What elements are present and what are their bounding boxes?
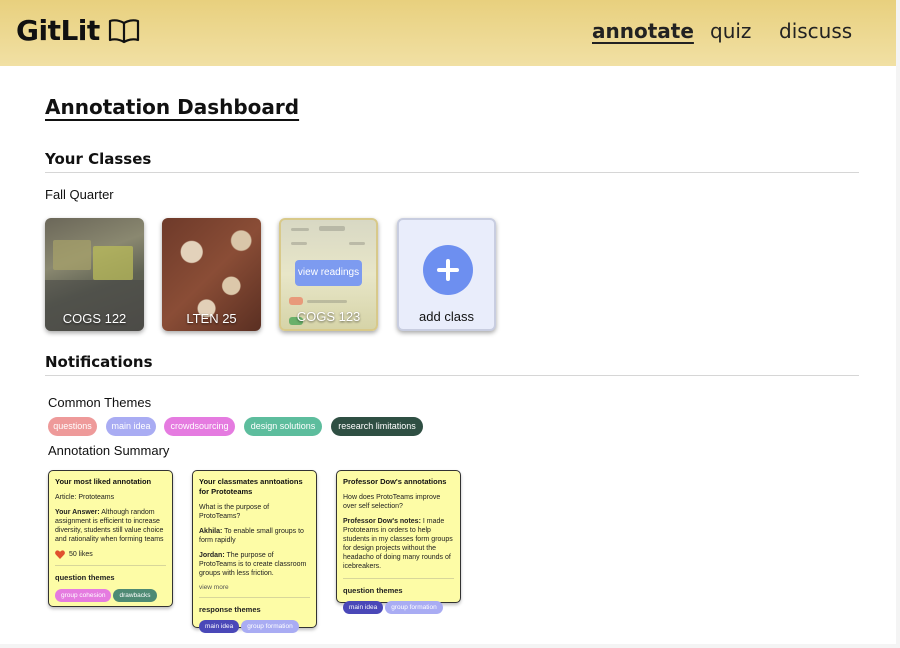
question-text: How does ProtoTeams improve over self se…: [343, 493, 441, 510]
tag-main-idea[interactable]: main idea: [199, 620, 240, 634]
tag-drawbacks[interactable]: drawbacks: [113, 589, 157, 603]
summary-card-professor[interactable]: Professor Dow's annotations How does Pro…: [336, 470, 461, 615]
answer-text: Your Answer: Although random assignment …: [55, 508, 166, 544]
responder-name: Jordan:: [199, 551, 225, 559]
themes-heading: question themes: [343, 585, 403, 595]
themes-heading: question themes: [55, 573, 115, 583]
tag-list: group cohesion drawbacks: [55, 589, 166, 603]
theme-tag-main-idea[interactable]: main idea: [106, 417, 156, 436]
responder-name: Akhila:: [199, 527, 223, 535]
card-title: Professor Dow's annotations: [343, 477, 447, 486]
theme-tag-crowdsourcing[interactable]: crowdsourcing: [164, 417, 235, 436]
card-title: Your classmates anntoations for Prototea…: [199, 477, 303, 496]
card-divider: [199, 596, 310, 598]
notifications-divider: [45, 375, 859, 376]
likes-row: 50 likes: [55, 550, 166, 560]
add-class-card[interactable]: add class: [397, 218, 496, 331]
card-image-detail: [53, 240, 91, 270]
summary-card-most-liked[interactable]: Your most liked annotation Article: Prot…: [48, 470, 173, 607]
app-name: GitLit: [16, 14, 100, 47]
tag-group-formation[interactable]: group formation: [241, 620, 299, 634]
nav-quiz[interactable]: quiz: [710, 19, 751, 43]
theme-tag-research-limitations[interactable]: research limitations: [331, 417, 423, 436]
app-logo[interactable]: GitLit: [16, 14, 140, 47]
book-icon: [108, 18, 139, 43]
class-card-cogs-122[interactable]: COGS 122: [45, 218, 144, 331]
class-card-lten-25[interactable]: LTEN 25: [162, 218, 261, 331]
tag-main-idea[interactable]: main idea: [343, 601, 384, 615]
class-label: LTEN 25: [186, 311, 237, 326]
classes-divider: [45, 172, 859, 173]
response-akhila: Akhila: To enable small groups to form r…: [199, 527, 310, 545]
tag-list: main idea group formation: [199, 620, 310, 634]
quarter-label: Fall Quarter: [45, 187, 114, 202]
heart-icon: [55, 550, 65, 560]
card-image-detail: [349, 242, 365, 245]
tag-group-cohesion[interactable]: group cohesion: [55, 589, 112, 603]
classes-heading: Your Classes: [45, 150, 152, 168]
view-more-link[interactable]: view more: [199, 584, 310, 592]
add-class-label: add class: [419, 309, 474, 324]
answer-label: Your Answer:: [55, 508, 100, 516]
tag-group-formation[interactable]: group formation: [385, 601, 443, 615]
tag-list: main idea group formation: [343, 601, 454, 615]
article-name: Article: Prototeams: [55, 493, 115, 501]
question-text: What is the purpose of ProtoTeams?: [199, 503, 270, 520]
card-image-detail: [289, 297, 303, 305]
annotation-summary-label: Annotation Summary: [48, 443, 170, 458]
card-title: Your most liked annotation: [55, 477, 152, 486]
card-image-detail: [307, 300, 347, 303]
nav-discuss[interactable]: discuss: [779, 19, 852, 43]
card-divider: [343, 577, 454, 579]
professor-notes: Professor Dow's notes: I made Prototeams…: [343, 517, 454, 572]
page-title: Annotation Dashboard: [45, 95, 300, 119]
card-divider: [55, 565, 166, 567]
response-jordan: Jordan: The purpose of ProtoTeams is to …: [199, 551, 310, 578]
card-image-detail: [291, 242, 307, 245]
notifications-heading: Notifications: [45, 353, 153, 371]
common-themes-label: Common Themes: [48, 395, 152, 410]
card-image-detail: [93, 246, 133, 280]
theme-tag-questions[interactable]: questions: [48, 417, 97, 436]
notes-label: Professor Dow's notes:: [343, 517, 421, 525]
page: GitLit annotate quiz discuss Annotation …: [0, 0, 896, 644]
class-card-cogs-123[interactable]: view readings COGS 123: [279, 218, 378, 331]
theme-tag-design-solutions[interactable]: design solutions: [244, 417, 322, 436]
class-label: COGS 122: [62, 311, 127, 326]
notes-body: I made Prototeams in orders to help stud…: [343, 517, 453, 571]
summary-card-classmates[interactable]: Your classmates anntoations for Prototea…: [192, 470, 317, 634]
plus-icon: [423, 245, 473, 295]
themes-heading: response themes: [199, 604, 261, 614]
class-label: COGS 123: [296, 309, 361, 324]
card-image-detail: [319, 226, 345, 231]
card-image-detail: [291, 228, 309, 231]
view-readings-button[interactable]: view readings: [295, 260, 362, 286]
nav-annotate[interactable]: annotate: [592, 19, 694, 43]
top-header: GitLit annotate quiz discuss: [0, 0, 896, 66]
likes-count: 50 likes: [69, 551, 93, 559]
